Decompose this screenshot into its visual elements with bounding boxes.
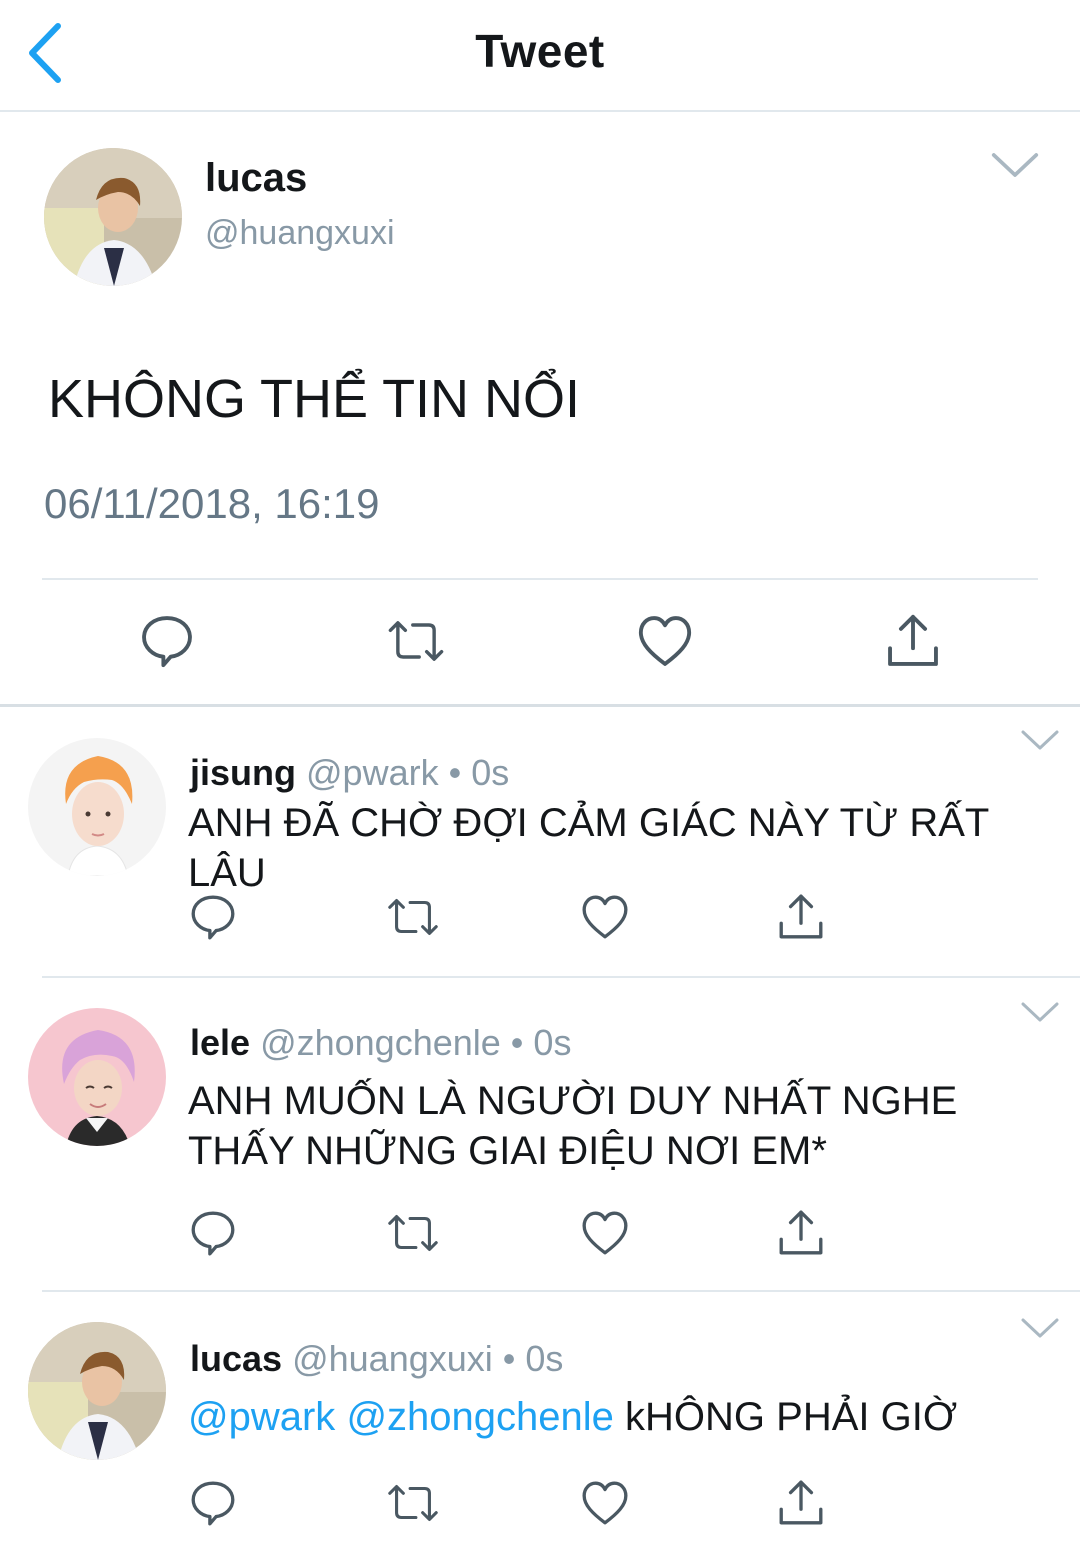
reply-icon[interactable] xyxy=(188,1208,244,1264)
avatar[interactable] xyxy=(28,738,166,876)
reply-icon[interactable] xyxy=(188,892,244,948)
section-separator xyxy=(0,704,1080,707)
reply-icon[interactable] xyxy=(138,612,198,672)
share-icon[interactable] xyxy=(884,612,944,672)
reply-text: ANH MUỐN LÀ NGƯỜI DUY NHẤT NGHE THẤY NHỮ… xyxy=(188,1079,958,1173)
avatar[interactable] xyxy=(44,148,182,286)
author-name[interactable]: jisung xyxy=(190,752,296,793)
avatar[interactable] xyxy=(28,1008,166,1146)
retweet-icon[interactable] xyxy=(384,1478,440,1534)
avatar[interactable] xyxy=(28,1322,166,1460)
like-icon[interactable] xyxy=(580,1208,636,1264)
divider xyxy=(42,1290,1080,1292)
divider xyxy=(42,578,1038,580)
retweet-icon[interactable] xyxy=(384,892,440,948)
share-icon[interactable] xyxy=(776,1208,832,1264)
chevron-down-icon[interactable] xyxy=(1020,1000,1060,1030)
mention-link[interactable]: @zhongchenle xyxy=(346,1395,613,1439)
reply-time: 0s xyxy=(525,1338,564,1379)
tweet-detail-screen: Tweet lucas @huangxuxi KHÔNG THỂ TIN NỔI… xyxy=(0,0,1080,1558)
author-name[interactable]: lucas xyxy=(190,1338,282,1379)
share-icon[interactable] xyxy=(776,892,832,948)
tweet-text: KHÔNG THỂ TIN NỔI xyxy=(48,369,581,429)
retweet-icon[interactable] xyxy=(384,612,444,672)
divider xyxy=(42,976,1080,978)
author-handle[interactable]: @zhongchenle xyxy=(260,1022,501,1063)
mention-link[interactable]: @pwark xyxy=(188,1395,335,1439)
chevron-down-icon[interactable] xyxy=(990,150,1040,190)
tweet-timestamp: 06/11/2018, 16:19 xyxy=(44,480,380,527)
author-handle[interactable]: @pwark xyxy=(306,752,439,793)
reply-header: lele @zhongchenle • 0s xyxy=(190,1022,571,1064)
chevron-down-icon[interactable] xyxy=(1020,728,1060,758)
retweet-icon[interactable] xyxy=(384,1208,440,1264)
like-icon[interactable] xyxy=(580,1478,636,1534)
author-handle[interactable]: @huangxuxi xyxy=(205,214,395,253)
like-icon[interactable] xyxy=(580,892,636,948)
reply-header: jisung @pwark • 0s xyxy=(190,752,509,794)
author-name[interactable]: lele xyxy=(190,1022,250,1063)
reply-header: lucas @huangxuxi • 0s xyxy=(190,1338,563,1380)
reply-text: ANH ĐÃ CHỜ ĐỢI CẢM GIÁC NÀY TỪ RẤT LÂU xyxy=(188,801,989,895)
like-icon[interactable] xyxy=(636,612,696,672)
chevron-down-icon[interactable] xyxy=(1020,1316,1060,1346)
author-handle[interactable]: @huangxuxi xyxy=(292,1338,493,1379)
page-title: Tweet xyxy=(475,25,605,77)
author-name[interactable]: lucas xyxy=(205,156,307,201)
meta-separator: • xyxy=(448,752,462,793)
reply-text: @pwark @zhongchenle kHÔNG PHẢI GIỜ xyxy=(188,1392,1058,1442)
reply-icon[interactable] xyxy=(188,1478,244,1534)
share-icon[interactable] xyxy=(776,1478,832,1534)
meta-separator: • xyxy=(510,1022,524,1063)
reply-time: 0s xyxy=(533,1022,572,1063)
meta-separator: • xyxy=(502,1338,516,1379)
reply-body: kHÔNG PHẢI GIỜ xyxy=(625,1395,958,1439)
reply-time: 0s xyxy=(471,752,510,793)
nav-header: Tweet xyxy=(0,0,1080,112)
